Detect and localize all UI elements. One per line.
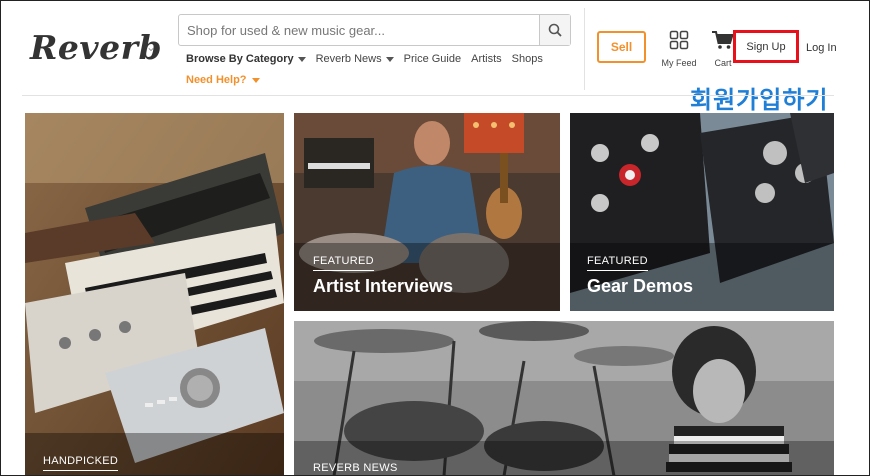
header-bottom-rule <box>22 95 834 96</box>
nav-label: Price Guide <box>403 53 462 65</box>
need-help-link[interactable]: Need Help? <box>186 74 260 86</box>
nav-reverb-news[interactable]: Reverb News <box>316 53 394 65</box>
sign-up-label: Sign Up <box>746 40 786 53</box>
nav-artists[interactable]: Artists <box>471 53 502 65</box>
search-input[interactable] <box>179 15 541 45</box>
need-help-label: Need Help? <box>186 74 247 86</box>
reverb-logo[interactable]: Reverb <box>30 28 162 67</box>
tile-reverb-news[interactable]: REVERB NEWS <box>294 321 834 476</box>
caret-down-icon <box>251 77 260 83</box>
main-nav: Browse By Category Reverb News Price Gui… <box>186 53 543 65</box>
nav-label: Browse By Category <box>186 53 294 65</box>
nav-shops[interactable]: Shops <box>512 53 543 65</box>
nav-label: Reverb News <box>315 53 382 65</box>
tile-title: Artist Interviews <box>313 276 454 296</box>
search-bar <box>178 14 571 46</box>
sell-button[interactable]: Sell <box>597 31 646 63</box>
caret-down-icon <box>297 56 306 62</box>
nav-price-guide[interactable]: Price Guide <box>404 53 461 65</box>
log-in-link[interactable]: Log In <box>806 42 837 54</box>
nav-label: Artists <box>471 53 502 65</box>
sign-up-button[interactable]: Sign Up <box>733 30 799 63</box>
cart-icon <box>712 31 734 49</box>
grid-feed-icon <box>669 30 689 50</box>
tile-tag: HANDPICKED <box>43 455 119 471</box>
tile-tag: FEATURED <box>587 255 648 271</box>
synthesizer-photo <box>25 113 284 476</box>
nav-label: Shops <box>511 53 543 65</box>
search-button[interactable] <box>539 15 570 45</box>
tile-artist-interviews[interactable]: FEATURED Artist Interviews <box>294 113 560 311</box>
my-feed-link[interactable]: My Feed <box>658 30 700 68</box>
chevron-down-icon[interactable]: ⌄ <box>146 40 156 54</box>
tile-tag: REVERB NEWS <box>313 462 398 476</box>
tile-gear-demos[interactable]: FEATURED Gear Demos <box>570 113 834 311</box>
header-divider <box>584 8 585 90</box>
vintage-drummer-photo <box>294 321 834 476</box>
caret-down-icon <box>385 56 394 62</box>
tile-tag: FEATURED <box>313 255 374 271</box>
nav-browse-by-category[interactable]: Browse By Category <box>186 53 306 65</box>
search-icon <box>548 23 562 37</box>
tile-title: Gear Demos <box>587 276 694 296</box>
my-feed-label: My Feed <box>661 58 697 68</box>
tile-handpicked[interactable]: HANDPICKED <box>25 113 284 476</box>
korean-annotation: 회원가입하기 <box>690 86 829 114</box>
